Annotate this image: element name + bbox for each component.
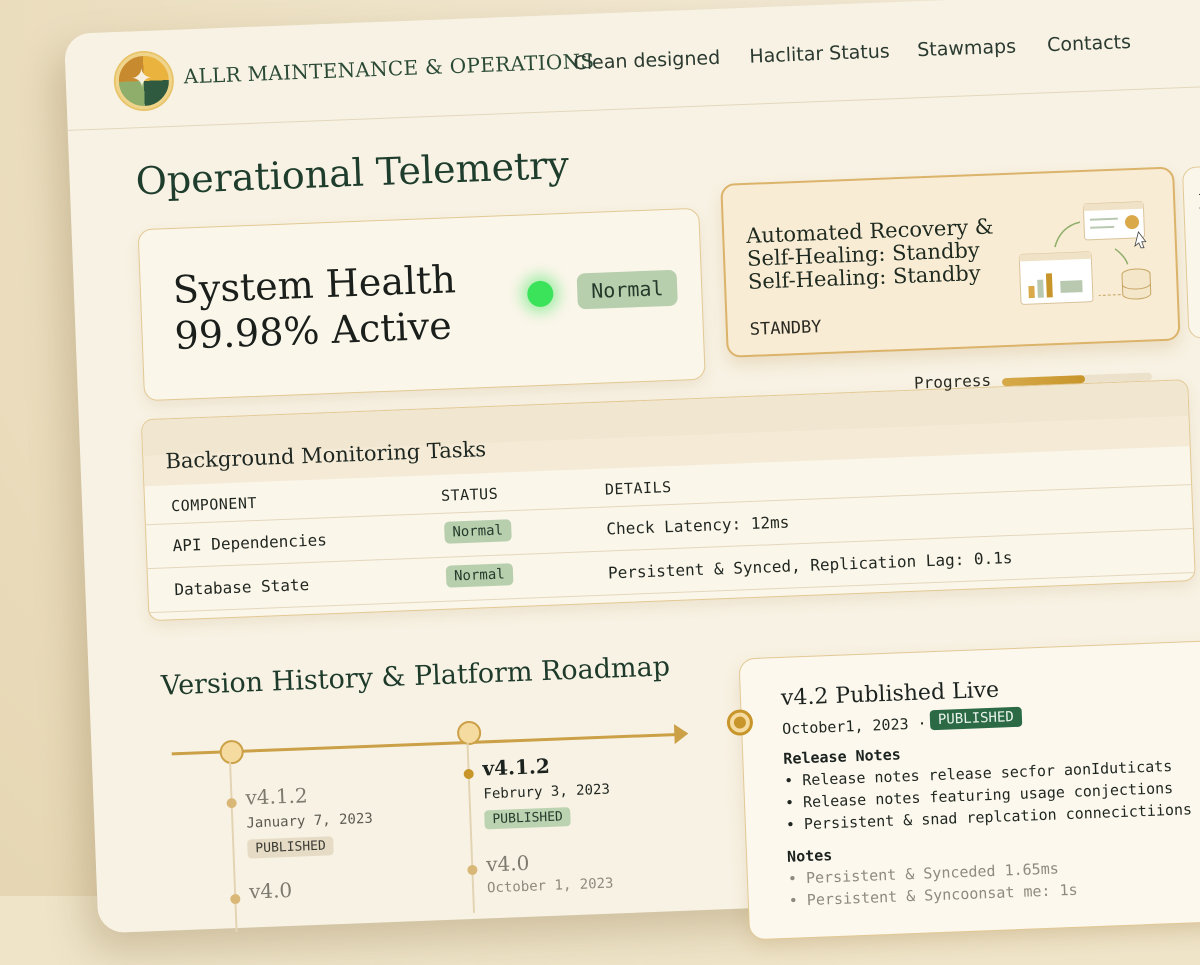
row-status-badge: Normal — [444, 519, 512, 544]
recovery-illustration-icon — [1018, 201, 1152, 305]
nav-link-stawmaps[interactable]: Stawmaps — [917, 35, 1017, 61]
row-details: Persistent & Synced, Replication Lag: 0.… — [607, 547, 1013, 583]
version-label: v4.1.2 — [482, 753, 551, 781]
timeline-arrow-icon — [673, 723, 689, 745]
version-label: v4.0 — [248, 877, 293, 904]
live-node-icon — [726, 709, 754, 737]
brand-name[interactable]: ALLR MAINTENANCE & OPERATIONS — [183, 49, 595, 89]
progress-label: Progress — [913, 370, 992, 393]
next-card-partial[interactable]: EC — [1181, 164, 1200, 340]
nav-link-status[interactable]: Haclitar Status — [749, 40, 890, 67]
status-indicator-icon — [526, 280, 554, 308]
live-published-badge: PUBLISHED — [929, 706, 1023, 731]
timeline-dot — [463, 768, 474, 780]
monitoring-tasks-table: Background Monitoring Tasks COMPONENT ST… — [140, 379, 1196, 622]
notes-heading: Notes — [786, 846, 833, 866]
live-title: v4.2 Published Live — [780, 677, 1000, 711]
column-header-component: COMPONENT — [170, 493, 258, 516]
timeline-node[interactable] — [219, 739, 245, 765]
star-icon: ✦ — [130, 63, 154, 95]
version-date: January 7, 2023 — [246, 810, 374, 832]
health-status-badge: Normal — [576, 269, 679, 310]
recovery-card[interactable]: Automated Recovery & Self-Healing: Stand… — [720, 166, 1181, 358]
page-title: Operational Telemetry — [134, 142, 570, 204]
health-value: 99.98% Active — [173, 303, 453, 358]
nav-link-clean-designed[interactable]: Clean designed — [573, 47, 720, 75]
nav-link-contacts[interactable]: Contacts — [1047, 31, 1132, 56]
brand-logo-icon[interactable]: ✦ — [114, 51, 173, 111]
live-date: October1, 2023 · — [781, 714, 927, 738]
published-badge: PUBLISHED — [247, 836, 335, 859]
timeline-dot — [230, 893, 241, 905]
column-header-status: STATUS — [440, 484, 499, 505]
row-component: API Dependencies — [172, 530, 328, 556]
version-label: v4.0 — [485, 850, 530, 877]
row-status-badge: Normal — [445, 563, 514, 588]
roadmap-title: Version History & Platform Roadmap — [160, 651, 671, 702]
version-date: October 1, 2023 — [486, 875, 614, 897]
row-details: Check Latency: 12ms — [606, 512, 790, 539]
live-release-card[interactable]: v4.2 Published Live October1, 2023 · PUB… — [726, 638, 1200, 941]
version-date: Februry 3, 2023 — [483, 781, 611, 803]
timeline-line — [171, 732, 682, 756]
timeline-dot — [226, 797, 237, 809]
published-badge: PUBLISHED — [484, 807, 572, 830]
version-label: v4.1.2 — [244, 783, 309, 810]
system-health-card: System Health 99.98% Active Normal — [137, 207, 706, 402]
app-window: ✦ ALLR MAINTENANCE & OPERATIONS Clean de… — [64, 0, 1200, 941]
timeline-dot — [467, 864, 478, 876]
column-header-details: DETAILS — [604, 478, 672, 499]
timeline-branch — [229, 762, 238, 933]
release-notes-heading: Release Notes — [783, 745, 902, 768]
recovery-status: STANDBY — [749, 317, 822, 340]
row-component: Database State — [174, 575, 310, 600]
